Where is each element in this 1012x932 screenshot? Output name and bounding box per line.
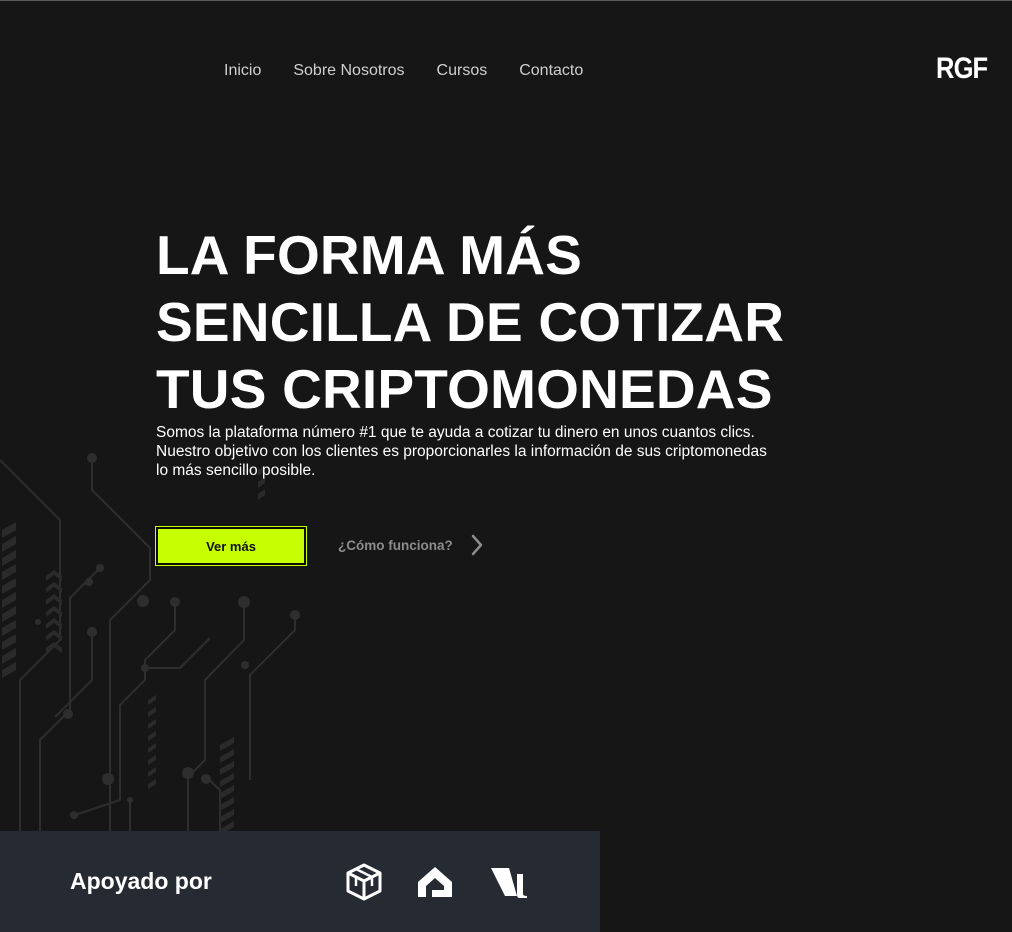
leaf-logo-icon (491, 868, 527, 898)
hero-description-line: lo más sencillo posible. (156, 462, 316, 479)
nav-item-inicio[interactable]: Inicio (224, 61, 261, 81)
hero-title-line: LA FORMA MÁS (156, 224, 583, 286)
window-top-border (0, 0, 1012, 1)
hero-description-line: Nuestro objetivo con los clientes es pro… (156, 443, 767, 460)
hero-title-line: SENCILLA DE COTIZAR (156, 291, 785, 353)
chevron-right-icon (471, 534, 482, 556)
nav-item-cursos[interactable]: Cursos (437, 61, 488, 81)
como-funciona-link[interactable]: ¿Cómo funciona? (338, 534, 483, 556)
hero-title: LA FORMA MÁS SENCILLA DE COTIZAR TUS CRI… (156, 222, 876, 423)
nav-item-contacto[interactable]: Contacto (519, 61, 583, 81)
main-nav: Inicio Sobre Nosotros Cursos Contacto (224, 61, 583, 81)
nav-item-sobre-nosotros[interactable]: Sobre Nosotros (293, 61, 404, 81)
ver-mas-button[interactable]: Ver más (155, 526, 307, 566)
house-logo-icon (418, 867, 452, 897)
supported-by-label: Apoyado por (70, 868, 212, 894)
cube-logo-icon (346, 863, 382, 901)
brand-logo[interactable]: RGF (936, 52, 988, 86)
hero-title-line: TUS CRIPTOMONEDAS (156, 358, 773, 420)
hero-description: Somos la plataforma número #1 que te ayu… (156, 423, 816, 480)
hero-description-line: Somos la plataforma número #1 que te ayu… (156, 424, 755, 441)
como-funciona-label: ¿Cómo funciona? (338, 537, 453, 553)
